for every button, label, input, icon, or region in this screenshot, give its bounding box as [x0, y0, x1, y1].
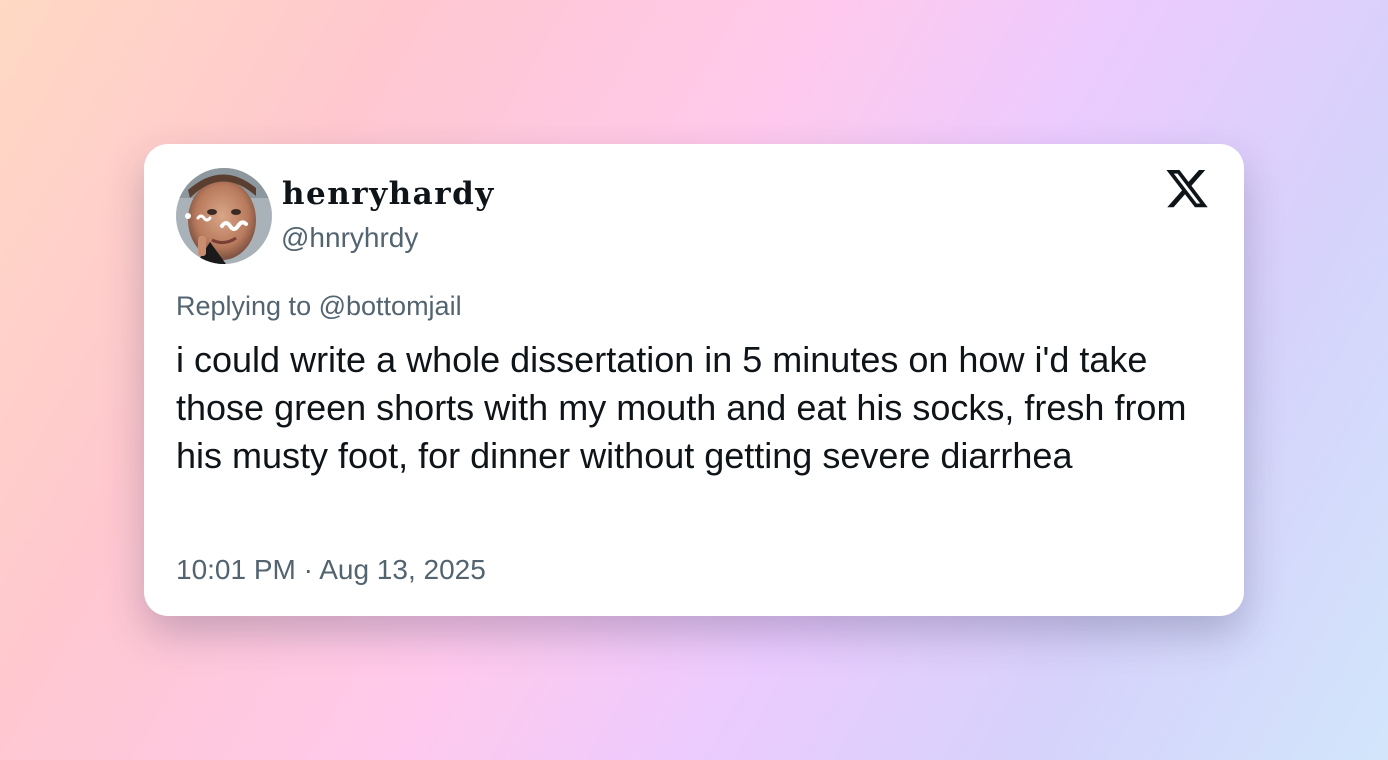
tweet-card: henryhardy @hnryhrdy Replying to @bottom…	[144, 144, 1244, 616]
x-logo-icon[interactable]	[1164, 170, 1210, 214]
tweet-body: i could write a whole dissertation in 5 …	[176, 339, 1187, 476]
user-handle[interactable]: @hnryhrdy	[281, 220, 418, 256]
tweet-timestamp[interactable]: 10:01 PM · Aug 13, 2025	[176, 552, 486, 588]
x-logo-svg	[1166, 170, 1208, 208]
timestamp-separator: ·	[303, 554, 313, 585]
avatar[interactable]	[176, 168, 272, 264]
avatar-image	[176, 168, 272, 264]
display-name[interactable]: henryhardy	[282, 174, 495, 214]
tweet-time: 10:01 PM	[176, 554, 296, 585]
reply-prefix: Replying to	[176, 291, 312, 321]
reply-to-handle[interactable]: @bottomjail	[319, 291, 462, 321]
reply-context: Replying to @bottomjail	[176, 288, 462, 324]
tweet-date: Aug 13, 2025	[319, 554, 486, 585]
